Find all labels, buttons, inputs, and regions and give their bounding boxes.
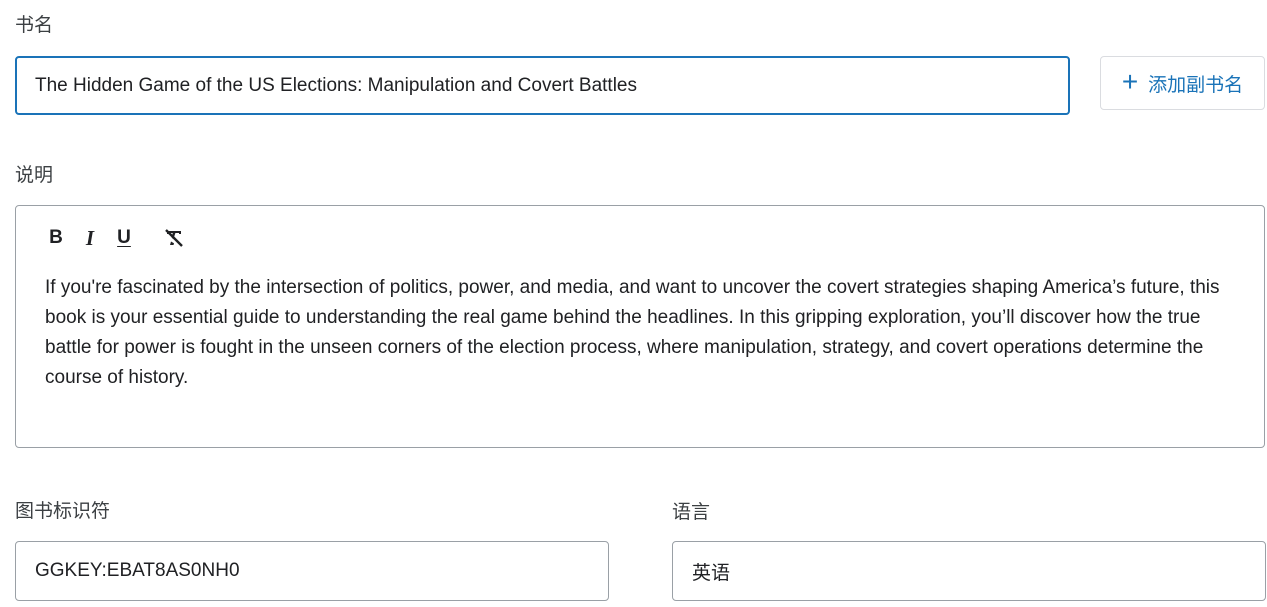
identifier-input-container[interactable]: [15, 541, 609, 601]
title-label: 书名: [15, 15, 54, 36]
language-label: 语言: [672, 502, 711, 523]
title-input-container[interactable]: [15, 56, 1070, 115]
identifier-input[interactable]: [35, 560, 589, 582]
underline-button[interactable]: U: [112, 226, 136, 250]
editor-toolbar: B I U: [44, 226, 196, 250]
language-input-container[interactable]: 英语: [672, 541, 1266, 601]
description-editor[interactable]: B I U If you're fascinated by the inters…: [15, 205, 1265, 448]
title-input[interactable]: [35, 74, 1050, 97]
italic-button[interactable]: I: [78, 226, 102, 250]
add-subtitle-label: 添加副书名: [1148, 74, 1244, 96]
plus-icon: +: [1121, 66, 1139, 97]
add-subtitle-button[interactable]: + 添加副书名: [1100, 56, 1265, 110]
description-text[interactable]: If you're fascinated by the intersection…: [45, 273, 1225, 393]
bold-button[interactable]: B: [44, 226, 68, 250]
clear-format-button[interactable]: [162, 226, 186, 250]
clear-format-icon: [165, 229, 183, 247]
description-label: 说明: [15, 165, 54, 186]
identifier-label: 图书标识符: [15, 501, 111, 522]
language-value[interactable]: 英语: [692, 558, 730, 585]
